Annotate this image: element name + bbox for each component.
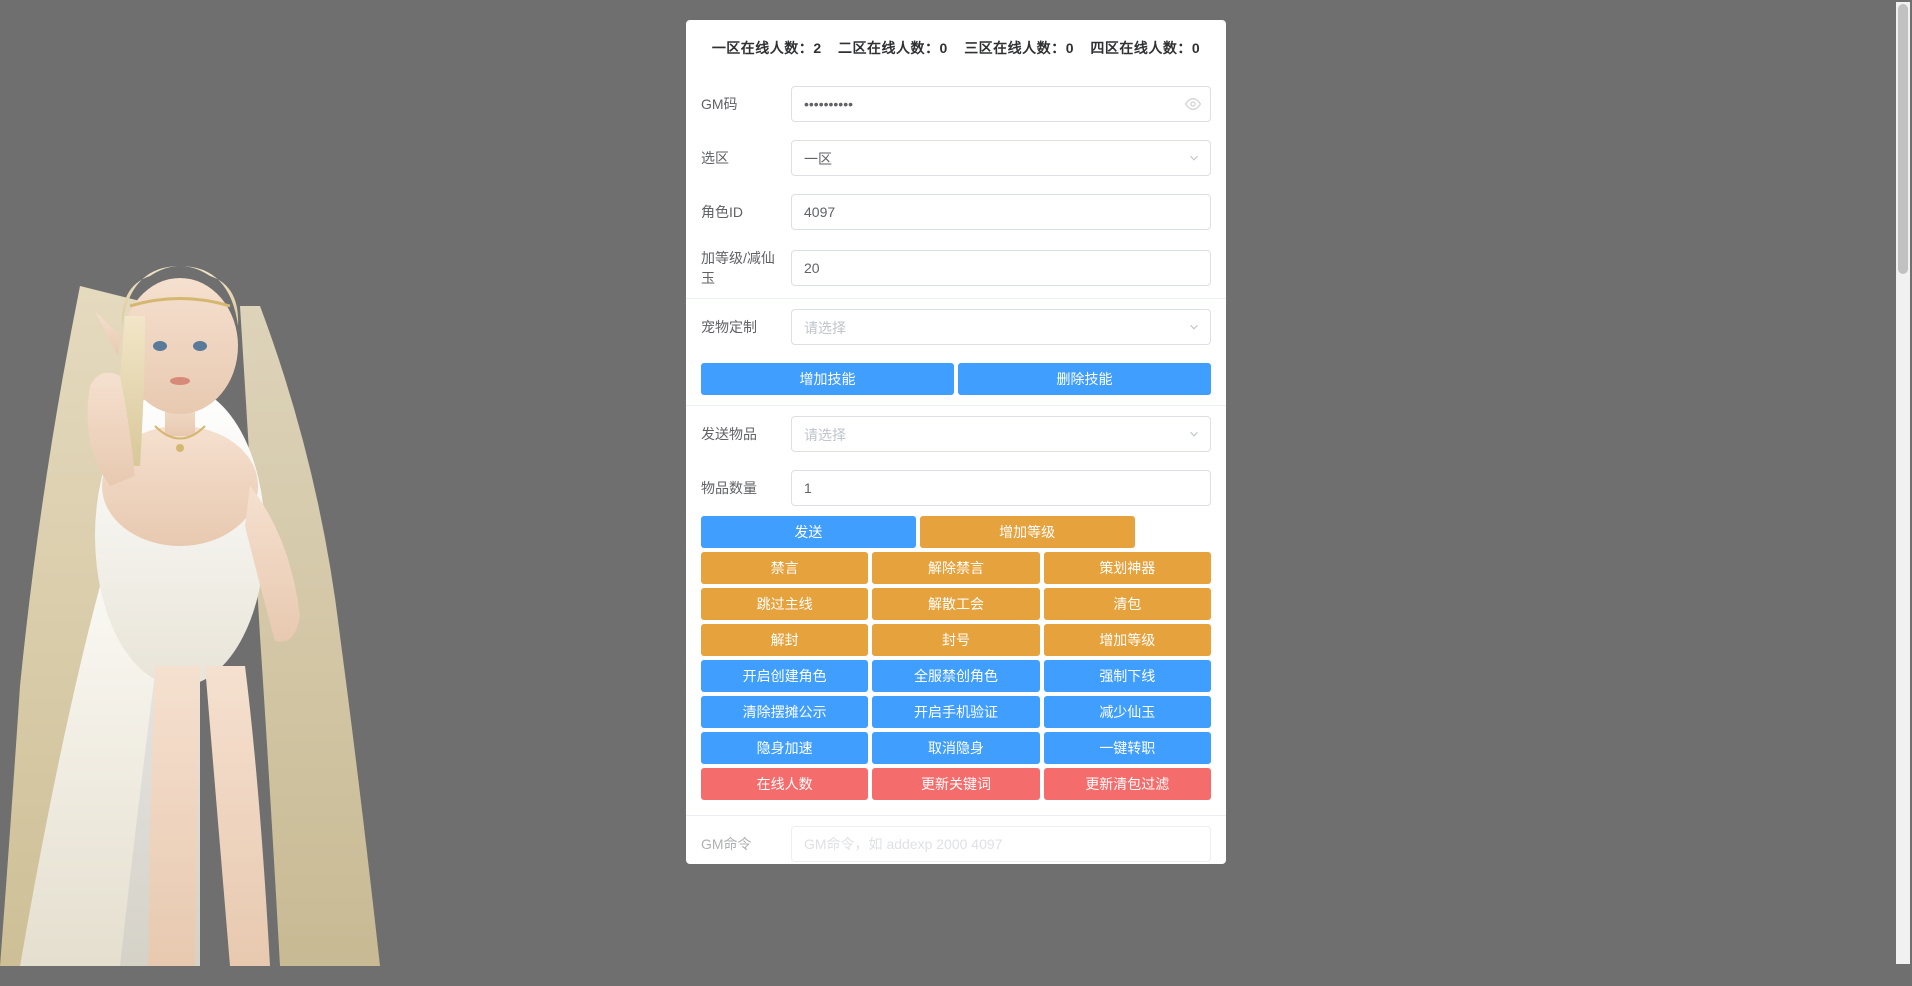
one-click-job-change-button[interactable]: 一键转职: [1044, 732, 1211, 764]
update-clearbag-filter-button[interactable]: 更新清包过滤: [1044, 768, 1211, 800]
gm-code-input[interactable]: [791, 86, 1211, 122]
role-id-input[interactable]: [791, 194, 1211, 230]
add-level-button[interactable]: 增加等级: [920, 516, 1135, 548]
gm-command-input[interactable]: [791, 826, 1211, 862]
pet-custom-section: 宠物定制 请选择 增加技能 删除技能: [686, 298, 1226, 405]
pet-custom-select[interactable]: 请选择: [791, 309, 1211, 345]
item-count-label: 物品数量: [701, 478, 791, 498]
item-count-input[interactable]: [791, 470, 1211, 506]
online-count-button[interactable]: 在线人数: [701, 768, 868, 800]
pet-custom-label: 宠物定制: [701, 317, 791, 337]
zone-select[interactable]: 一区: [791, 140, 1211, 176]
serverwide-ban-create-button[interactable]: 全服禁创角色: [872, 660, 1039, 692]
gm-command-section: GM命令: [686, 815, 1226, 864]
gm-command-label: GM命令: [701, 834, 791, 854]
send-button[interactable]: 发送: [701, 516, 916, 548]
update-keywords-button[interactable]: 更新关键词: [872, 768, 1039, 800]
send-item-section: 发送物品 请选择 物品数量: [686, 405, 1226, 516]
admin-panel: 一区在线人数：2 二区在线人数：0 三区在线人数：0 四区在线人数：0 GM码 …: [686, 20, 1226, 864]
unban-button[interactable]: 解封: [701, 624, 868, 656]
zone-stat: 四区在线人数：0: [1090, 40, 1200, 56]
force-offline-button[interactable]: 强制下线: [1044, 660, 1211, 692]
action-buttons-area: 发送 增加等级 禁言 解除禁言 策划神器 跳过主线 解散工会 清包 解封 封号 …: [686, 516, 1226, 815]
cancel-stealth-button[interactable]: 取消隐身: [872, 732, 1039, 764]
ban-button[interactable]: 封号: [872, 624, 1039, 656]
reduce-jade-button[interactable]: 减少仙玉: [1044, 696, 1211, 728]
send-item-select[interactable]: 请选择: [791, 416, 1211, 452]
level-jade-label: 加等级/减仙玉: [701, 248, 791, 288]
zone-stat: 二区在线人数：0: [838, 40, 948, 56]
role-id-label: 角色ID: [701, 202, 791, 222]
online-stats-bar: 一区在线人数：2 二区在线人数：0 三区在线人数：0 四区在线人数：0: [686, 20, 1226, 76]
vertical-scrollbar[interactable]: [1896, 2, 1910, 964]
level-jade-input[interactable]: [791, 250, 1211, 286]
zone-stat: 一区在线人数：2: [712, 40, 822, 56]
remove-skill-button[interactable]: 删除技能: [958, 363, 1211, 395]
clear-bag-button[interactable]: 清包: [1044, 588, 1211, 620]
zone-select-label: 选区: [701, 148, 791, 168]
disband-guild-button[interactable]: 解散工会: [872, 588, 1039, 620]
background-character-image: [0, 186, 400, 966]
scrollbar-thumb[interactable]: [1898, 4, 1908, 274]
basic-info-section: GM码 选区 一区 角色ID 加等级/减仙玉: [686, 76, 1226, 298]
unmute-button[interactable]: 解除禁言: [872, 552, 1039, 584]
gm-code-label: GM码: [701, 94, 791, 114]
enable-create-role-button[interactable]: 开启创建角色: [701, 660, 868, 692]
clear-stall-notice-button[interactable]: 清除摆摊公示: [701, 696, 868, 728]
eye-icon[interactable]: [1185, 96, 1201, 112]
enable-phone-verify-button[interactable]: 开启手机验证: [872, 696, 1039, 728]
zone-stat: 三区在线人数：0: [964, 40, 1074, 56]
add-level-button-2[interactable]: 增加等级: [1044, 624, 1211, 656]
skip-mainline-button[interactable]: 跳过主线: [701, 588, 868, 620]
send-item-label: 发送物品: [701, 424, 791, 444]
stealth-speed-button[interactable]: 隐身加速: [701, 732, 868, 764]
add-skill-button[interactable]: 增加技能: [701, 363, 954, 395]
mute-button[interactable]: 禁言: [701, 552, 868, 584]
planner-artifact-button[interactable]: 策划神器: [1044, 552, 1211, 584]
